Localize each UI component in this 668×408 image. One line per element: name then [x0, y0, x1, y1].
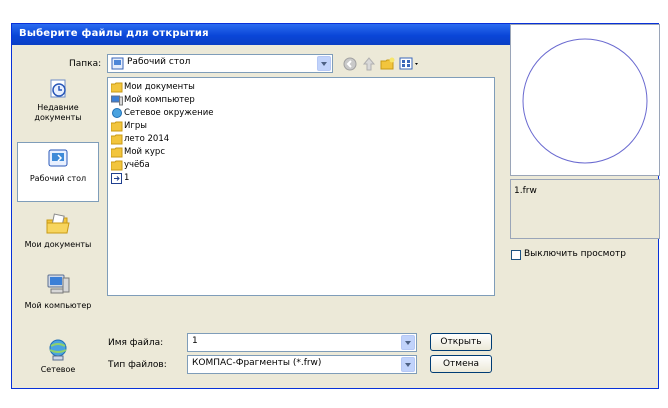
recent-documents-icon [50, 79, 66, 98]
places-bar: Недавние документы Рабочий стол Мои доку… [17, 76, 99, 388]
place-my-documents[interactable]: Мои документы [17, 209, 99, 271]
preview-circle-drawing [522, 38, 648, 164]
look-in-value: Рабочий стол [127, 57, 191, 67]
place-my-computer[interactable]: Мой компьютер [17, 272, 99, 334]
file-list[interactable]: Мои документы Мой компьютер Сетевое окру… [107, 77, 495, 296]
filetype-label: Тип файлов: [108, 360, 167, 370]
dialog-title: Выберите файлы для открытия [19, 28, 209, 39]
disable-preview-row[interactable]: Выключить просмотр [510, 249, 660, 263]
back-icon[interactable] [342, 56, 358, 72]
folder-icon [111, 121, 123, 132]
filetype-select[interactable]: КОМПАС-Фрагменты (*.frw) [187, 355, 417, 374]
place-recent-documents[interactable]: Недавние документы [17, 76, 99, 134]
place-label-my-computer: Мой компьютер [24, 301, 92, 310]
look-in-label: Папка: [69, 59, 102, 69]
place-label-network: Сетевое [40, 365, 76, 374]
cancel-button[interactable]: Отмена [430, 355, 492, 373]
look-in-combo[interactable]: Рабочий стол [107, 54, 333, 73]
folder-icon [111, 82, 123, 93]
preview-pane: 1.frw Выключить просмотр [510, 24, 660, 262]
file-name: Игры [124, 121, 147, 131]
network-icon [112, 108, 122, 118]
preview-info-box: 1.frw [510, 179, 660, 239]
open-file-dialog: Выберите файлы для открытия ? X Папка: Р… [11, 23, 660, 389]
place-label-desktop: Рабочий стол [29, 174, 87, 183]
view-menu-icon[interactable] [399, 56, 421, 72]
filename-input[interactable]: 1 [192, 336, 198, 346]
network-icon [49, 339, 67, 361]
file-name: Сетевое окружение [124, 108, 214, 118]
place-label-recent: Недавние документы [34, 103, 82, 122]
filetype-dropdown-button[interactable] [401, 357, 415, 372]
disable-preview-checkbox[interactable] [511, 250, 521, 260]
look-in-dropdown-button[interactable] [317, 56, 331, 71]
file-name: Мои документы [124, 82, 195, 92]
my-documents-icon [46, 213, 70, 234]
fragment-file-icon [111, 173, 122, 184]
desktop-icon [48, 149, 68, 167]
disable-preview-label: Выключить просмотр [524, 249, 626, 259]
filename-label: Имя файла: [108, 338, 164, 348]
filetype-value: КОМПАС-Фрагменты (*.frw) [192, 358, 322, 368]
preview-filename: 1.frw [514, 186, 537, 196]
open-button[interactable]: Открыть [430, 333, 492, 351]
filename-dropdown-button[interactable] [401, 335, 415, 350]
place-desktop[interactable]: Рабочий стол [17, 142, 99, 202]
place-network[interactable]: Сетевое [17, 338, 99, 386]
file-name: лето 2014 [124, 134, 170, 144]
preview-image [510, 24, 660, 176]
file-name: Мой компьютер [124, 95, 195, 105]
new-folder-icon[interactable] [380, 56, 396, 72]
desktop-small-icon [111, 57, 124, 70]
file-name: учёба [124, 160, 150, 170]
filename-combo[interactable]: 1 [187, 333, 417, 352]
place-label-my-documents: Мои документы [24, 240, 92, 249]
my-computer-icon [47, 274, 70, 294]
folder-icon [111, 134, 123, 145]
computer-icon [111, 95, 123, 106]
folder-icon [111, 147, 123, 158]
file-name: 1 [124, 173, 130, 183]
up-folder-icon[interactable] [361, 56, 377, 72]
folder-icon [111, 160, 123, 171]
file-name: Мой курс [124, 147, 165, 157]
